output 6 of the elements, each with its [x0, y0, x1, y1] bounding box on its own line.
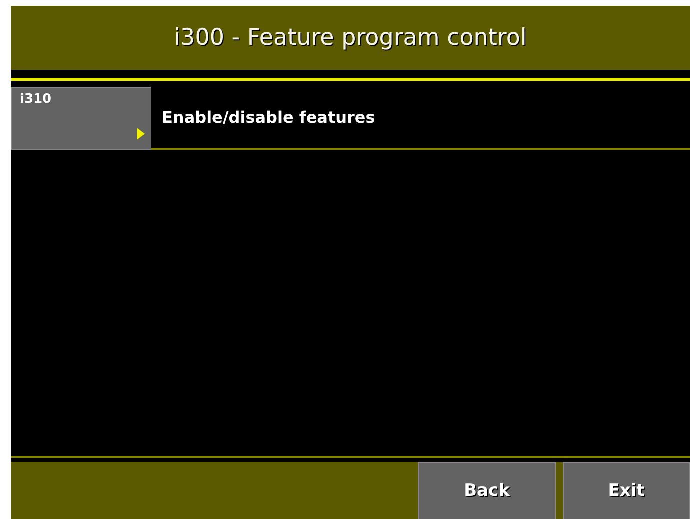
- screen-title: i300 - Feature program control: [174, 25, 527, 51]
- footer-button[interactable]: Exit: [563, 462, 690, 519]
- footer-button[interactable]: Back: [418, 462, 556, 519]
- menu-code-button[interactable]: i310: [11, 87, 151, 150]
- arrow-icon: [137, 128, 145, 140]
- menu-item-label[interactable]: Enable/disable features: [151, 87, 690, 150]
